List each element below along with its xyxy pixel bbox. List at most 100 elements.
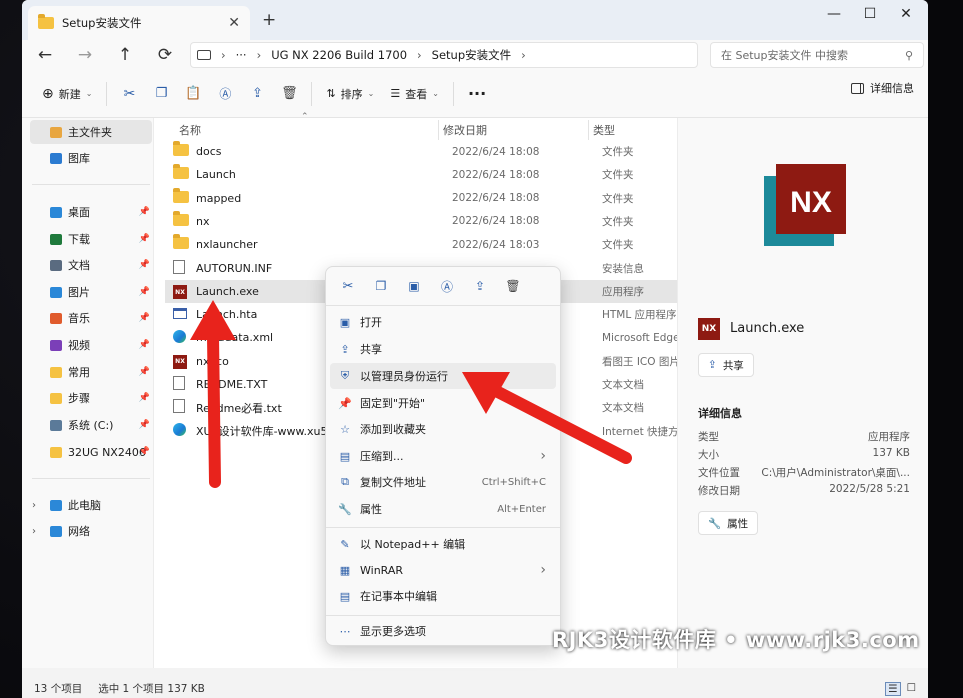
chevron-right-icon[interactable]: › bbox=[32, 526, 36, 537]
sidebar-item-6[interactable]: 音乐 📌 bbox=[30, 306, 152, 330]
sidebar-item-13[interactable]: › 网络 bbox=[30, 519, 152, 543]
cm-paste-button[interactable]: ▣ bbox=[398, 271, 430, 301]
context-menu-item[interactable]: ☆ 添加到收藏夹 bbox=[330, 416, 556, 442]
rename-button[interactable]: Ⓐ bbox=[209, 79, 241, 109]
search-input[interactable]: 在 Setup安装文件 中搜索 ⚲ bbox=[710, 42, 924, 68]
tiles-view-icon[interactable]: ☐ bbox=[907, 682, 916, 696]
breadcrumb-item-0[interactable]: UG NX 2206 Build 1700 bbox=[271, 48, 407, 62]
shortcut-text: Ctrl+Shift+C bbox=[481, 476, 546, 488]
file-name: nx bbox=[196, 214, 210, 228]
cm-copy-button[interactable]: ❐ bbox=[365, 271, 397, 301]
file-name: metadata.xml bbox=[196, 331, 274, 345]
command-bar: ⊕ 新建 ⌄ ✂ ❐ 📋 Ⓐ ⇪ 🗑 ⇅ 排序 ⌄ ☰ 查看 ⌄ ··· 详细信… bbox=[22, 70, 928, 118]
preview-share-button[interactable]: ⇪ 共享 bbox=[698, 353, 754, 377]
copy-button[interactable]: ❐ bbox=[145, 79, 177, 109]
context-menu-item[interactable]: ✎ 以 Notepad++ 编辑 bbox=[330, 531, 556, 557]
cm-rename-button[interactable]: Ⓐ bbox=[431, 271, 463, 301]
context-menu-item[interactable]: ▤ 在记事本中编辑 bbox=[330, 583, 556, 609]
chevron-right-icon[interactable]: › bbox=[32, 500, 36, 511]
context-menu-item[interactable]: 🔧 属性 Alt+Enter bbox=[330, 496, 556, 522]
file-type: 文件夹 bbox=[602, 239, 634, 252]
cut-button[interactable]: ✂ bbox=[113, 79, 145, 109]
context-menu-item[interactable]: ⇪ 共享 bbox=[330, 336, 556, 362]
share-button[interactable]: ⇪ bbox=[241, 79, 273, 109]
sidebar-item-10[interactable]: 系统 (C:) 📌 bbox=[30, 413, 152, 437]
file-row[interactable]: nx 2022/6/24 18:08 文件夹 bbox=[165, 210, 677, 233]
context-menu-item[interactable]: ⛨ 以管理员身份运行 bbox=[330, 363, 556, 389]
preview-properties-button[interactable]: 🔧 属性 bbox=[698, 511, 759, 535]
paste-button[interactable]: 📋 bbox=[177, 79, 209, 109]
minimize-button[interactable]: — bbox=[816, 4, 852, 24]
details-label: 详细信息 bbox=[870, 82, 914, 95]
file-row[interactable]: mapped 2022/6/24 18:08 文件夹 bbox=[165, 187, 677, 210]
up-button[interactable]: ↑ bbox=[110, 42, 140, 68]
context-menu-item[interactable]: ▣ 打开 bbox=[330, 309, 556, 335]
details-view-icon[interactable]: ☰ bbox=[885, 682, 901, 696]
column-header-type[interactable]: 类型 bbox=[593, 118, 615, 142]
file-name: Launch bbox=[196, 168, 236, 182]
more-icon[interactable]: ··· bbox=[236, 48, 247, 62]
delete-icon: 🗑 bbox=[505, 279, 521, 293]
context-menu-item[interactable]: ⋯ 显示更多选项 bbox=[330, 618, 556, 644]
file-row[interactable]: nxlauncher 2022/6/24 18:03 文件夹 bbox=[165, 233, 677, 256]
more-horizontal-icon: ··· bbox=[467, 84, 487, 103]
column-header-date[interactable]: 修改日期 bbox=[443, 118, 487, 142]
sidebar-item-4[interactable]: 文档 📌 bbox=[30, 253, 152, 277]
sort-button[interactable]: ⇅ 排序 ⌄ bbox=[318, 79, 382, 109]
context-menu-label: 以管理员身份运行 bbox=[360, 370, 448, 383]
close-window-button[interactable]: ✕ bbox=[888, 4, 924, 24]
pin-icon: 📌 bbox=[138, 340, 150, 350]
new-button[interactable]: ⊕ 新建 ⌄ bbox=[34, 79, 100, 109]
sidebar-item-0[interactable]: 主文件夹 bbox=[30, 120, 152, 144]
close-tab-icon[interactable]: ✕ bbox=[228, 15, 240, 31]
context-menu-item[interactable]: ▦ WinRAR › bbox=[330, 557, 556, 583]
view-button[interactable]: ☰ 查看 ⌄ bbox=[382, 79, 447, 109]
context-menu-item[interactable]: ▤ 压缩到... › bbox=[330, 443, 556, 469]
address-bar[interactable]: › ··· › UG NX 2206 Build 1700 › Setup安装文… bbox=[190, 42, 698, 68]
file-row[interactable]: docs 2022/6/24 18:08 文件夹 bbox=[165, 140, 677, 163]
breadcrumb-item-1[interactable]: Setup安装文件 bbox=[432, 47, 511, 63]
sidebar-item-5[interactable]: 图片 📌 bbox=[30, 280, 152, 304]
sort-icon: ⇅ bbox=[326, 87, 336, 100]
forward-button[interactable]: → bbox=[70, 42, 100, 68]
sidebar-item-3[interactable]: 下载 📌 bbox=[30, 227, 152, 251]
tab-setup[interactable]: Setup安装文件 ✕ bbox=[28, 6, 250, 40]
notepadpp-icon: ✎ bbox=[340, 537, 350, 551]
pin-icon: 📌 bbox=[138, 367, 150, 377]
context-menu-item[interactable]: 📌 固定到"开始" bbox=[330, 390, 556, 416]
refresh-button[interactable]: ⟳ bbox=[150, 42, 180, 68]
new-tab-button[interactable]: + bbox=[262, 10, 276, 30]
preview-file-name: Launch.exe bbox=[730, 321, 805, 336]
cm-share-button[interactable]: ⇪ bbox=[464, 271, 496, 301]
nx-icon: NX bbox=[173, 284, 187, 300]
back-button[interactable]: ← bbox=[30, 42, 60, 68]
sidebar-item-11[interactable]: 32UG NX2406 📌 bbox=[30, 440, 152, 464]
context-menu-item[interactable]: ⧉ 复制文件地址 Ctrl+Shift+C bbox=[330, 469, 556, 495]
pin-icon: 📌 bbox=[138, 287, 150, 297]
file-date: 2022/6/24 18:08 bbox=[452, 192, 540, 205]
cm-delete-button[interactable]: 🗑 bbox=[497, 271, 529, 301]
column-header-name[interactable]: 名称 bbox=[179, 118, 201, 142]
sidebar-item-2[interactable]: 桌面 📌 bbox=[30, 200, 152, 224]
file-type: 文件夹 bbox=[602, 169, 634, 182]
sidebar-item-1[interactable]: 图库 bbox=[30, 146, 152, 170]
sidebar-item-9[interactable]: 步骤 📌 bbox=[30, 386, 152, 410]
delete-button[interactable]: 🗑 bbox=[273, 79, 305, 109]
more-options-button[interactable]: ··· bbox=[460, 79, 494, 109]
sidebar-item-8[interactable]: 常用 📌 bbox=[30, 360, 152, 384]
cm-cut-button[interactable]: ✂ bbox=[332, 271, 364, 301]
share-icon: ⇪ bbox=[340, 342, 350, 356]
open-icon: ▣ bbox=[339, 315, 351, 329]
column-divider[interactable] bbox=[438, 120, 439, 140]
details-pane-button[interactable]: 详细信息 bbox=[851, 80, 914, 96]
divider bbox=[326, 527, 560, 528]
sidebar-item-label: 视频 bbox=[68, 339, 90, 352]
maximize-button[interactable]: ☐ bbox=[852, 4, 888, 24]
file-date: 2022/6/24 18:08 bbox=[452, 145, 540, 158]
column-divider[interactable] bbox=[588, 120, 589, 140]
file-row[interactable]: Launch 2022/6/24 18:08 文件夹 bbox=[165, 163, 677, 186]
sidebar-item-7[interactable]: 视频 📌 bbox=[30, 333, 152, 357]
details-pane-icon bbox=[851, 82, 864, 94]
sidebar-item-12[interactable]: › 此电脑 bbox=[30, 493, 152, 517]
details-pane: NX NX Launch.exe ⇪ 共享 详细信息 类型 应用程序 大小 137 K… bbox=[677, 118, 928, 668]
